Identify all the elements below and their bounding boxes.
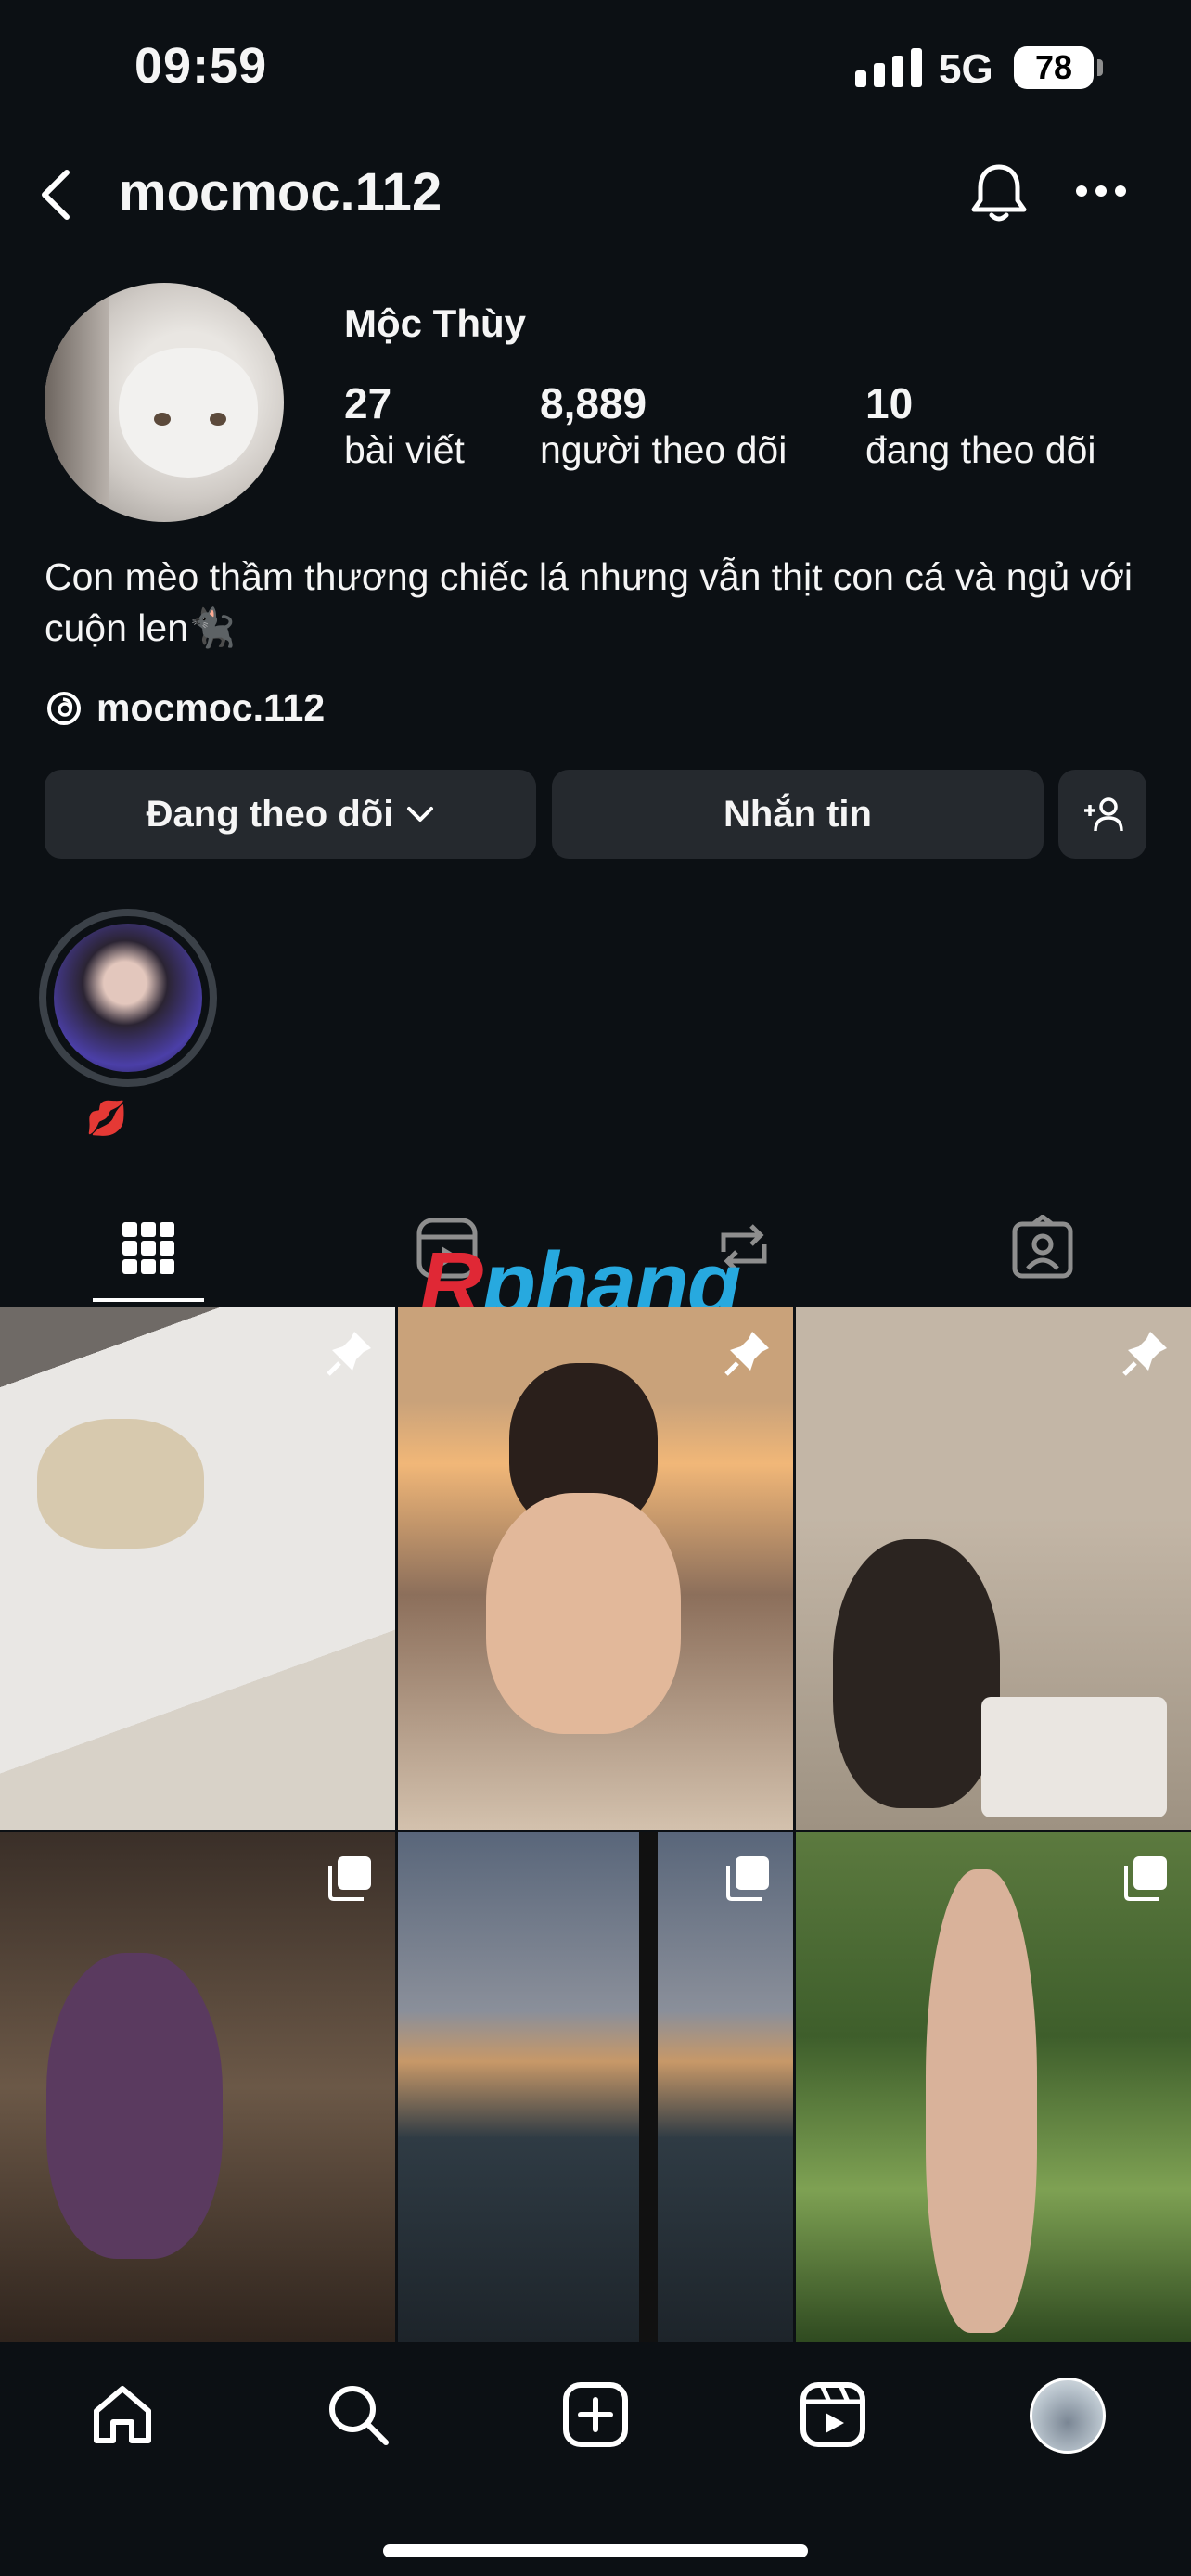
add-person-icon [1083, 797, 1123, 832]
posts-count: 27 [344, 379, 392, 427]
create-post-icon[interactable] [560, 2379, 631, 2450]
posts-grid [0, 1307, 1191, 2342]
battery-icon: 78 [1014, 46, 1103, 89]
message-button-label: Nhắn tin [724, 793, 872, 835]
reels-nav-icon[interactable] [798, 2379, 868, 2450]
pin-icon [724, 1332, 769, 1376]
avatar[interactable] [45, 283, 284, 522]
bottom-nav [0, 2342, 1191, 2576]
chevron-down-icon [407, 807, 434, 822]
pin-icon [327, 1332, 371, 1376]
threads-link[interactable]: mocmoc.112 [45, 686, 325, 730]
stat-followers[interactable]: 8,889 người theo dõi [540, 380, 787, 473]
page-title: mocmoc.112 [119, 162, 442, 223]
post-thumbnail[interactable] [796, 1307, 1191, 1830]
carousel-icon [328, 1856, 371, 1901]
search-icon[interactable] [323, 2379, 393, 2450]
suggest-people-button[interactable] [1058, 770, 1146, 859]
followers-label: người theo dõi [540, 427, 788, 471]
threads-icon [47, 691, 81, 725]
following-button[interactable]: Đang theo dõi [45, 770, 536, 859]
home-icon[interactable] [87, 2379, 158, 2450]
home-indicator [383, 2544, 808, 2557]
signal-icon [855, 48, 922, 87]
message-button[interactable]: Nhắn tin [552, 770, 1044, 859]
stat-posts[interactable]: 27 bài viết [344, 380, 465, 473]
threads-handle: mocmoc.112 [96, 686, 326, 729]
tagged-icon[interactable] [1009, 1215, 1076, 1282]
grid-icon[interactable] [115, 1215, 182, 1282]
display-name: Mộc Thùy [344, 301, 526, 345]
more-options-icon[interactable] [1076, 185, 1126, 200]
profile-tab-avatar[interactable] [1030, 2378, 1106, 2454]
followers-count: 8,889 [540, 379, 647, 427]
posts-label: bài viết [344, 427, 465, 471]
status-bar: 09:59 5G 78 [0, 0, 1191, 139]
following-button-label: Đang theo dõi [146, 793, 394, 835]
highlight-cover [54, 924, 202, 1072]
back-arrow-icon[interactable] [32, 167, 87, 223]
stat-following[interactable]: 10 đang theo dõi [865, 380, 1096, 473]
clock: 09:59 [134, 38, 268, 94]
story-highlight[interactable] [39, 909, 217, 1087]
following-label: đang theo dõi [865, 427, 1096, 471]
post-thumbnail[interactable] [0, 1307, 395, 1830]
bell-icon[interactable] [965, 159, 1033, 228]
post-thumbnail[interactable] [398, 1307, 793, 1830]
post-thumbnail[interactable] [0, 1832, 395, 2342]
highlight-label: 💋 [85, 1099, 128, 1137]
post-thumbnail[interactable] [398, 1832, 793, 2342]
carousel-icon [726, 1856, 769, 1901]
carousel-icon [1124, 1856, 1167, 1901]
bio-text: Con mèo thầm thương chiếc lá nhưng vẫn t… [45, 555, 1133, 649]
following-count: 10 [865, 379, 914, 427]
active-tab-indicator [93, 1298, 204, 1302]
post-thumbnail[interactable] [796, 1832, 1191, 2342]
pin-icon [1122, 1332, 1167, 1376]
profile-header: mocmoc.112 [0, 148, 1191, 241]
network-type: 5G [939, 46, 993, 92]
